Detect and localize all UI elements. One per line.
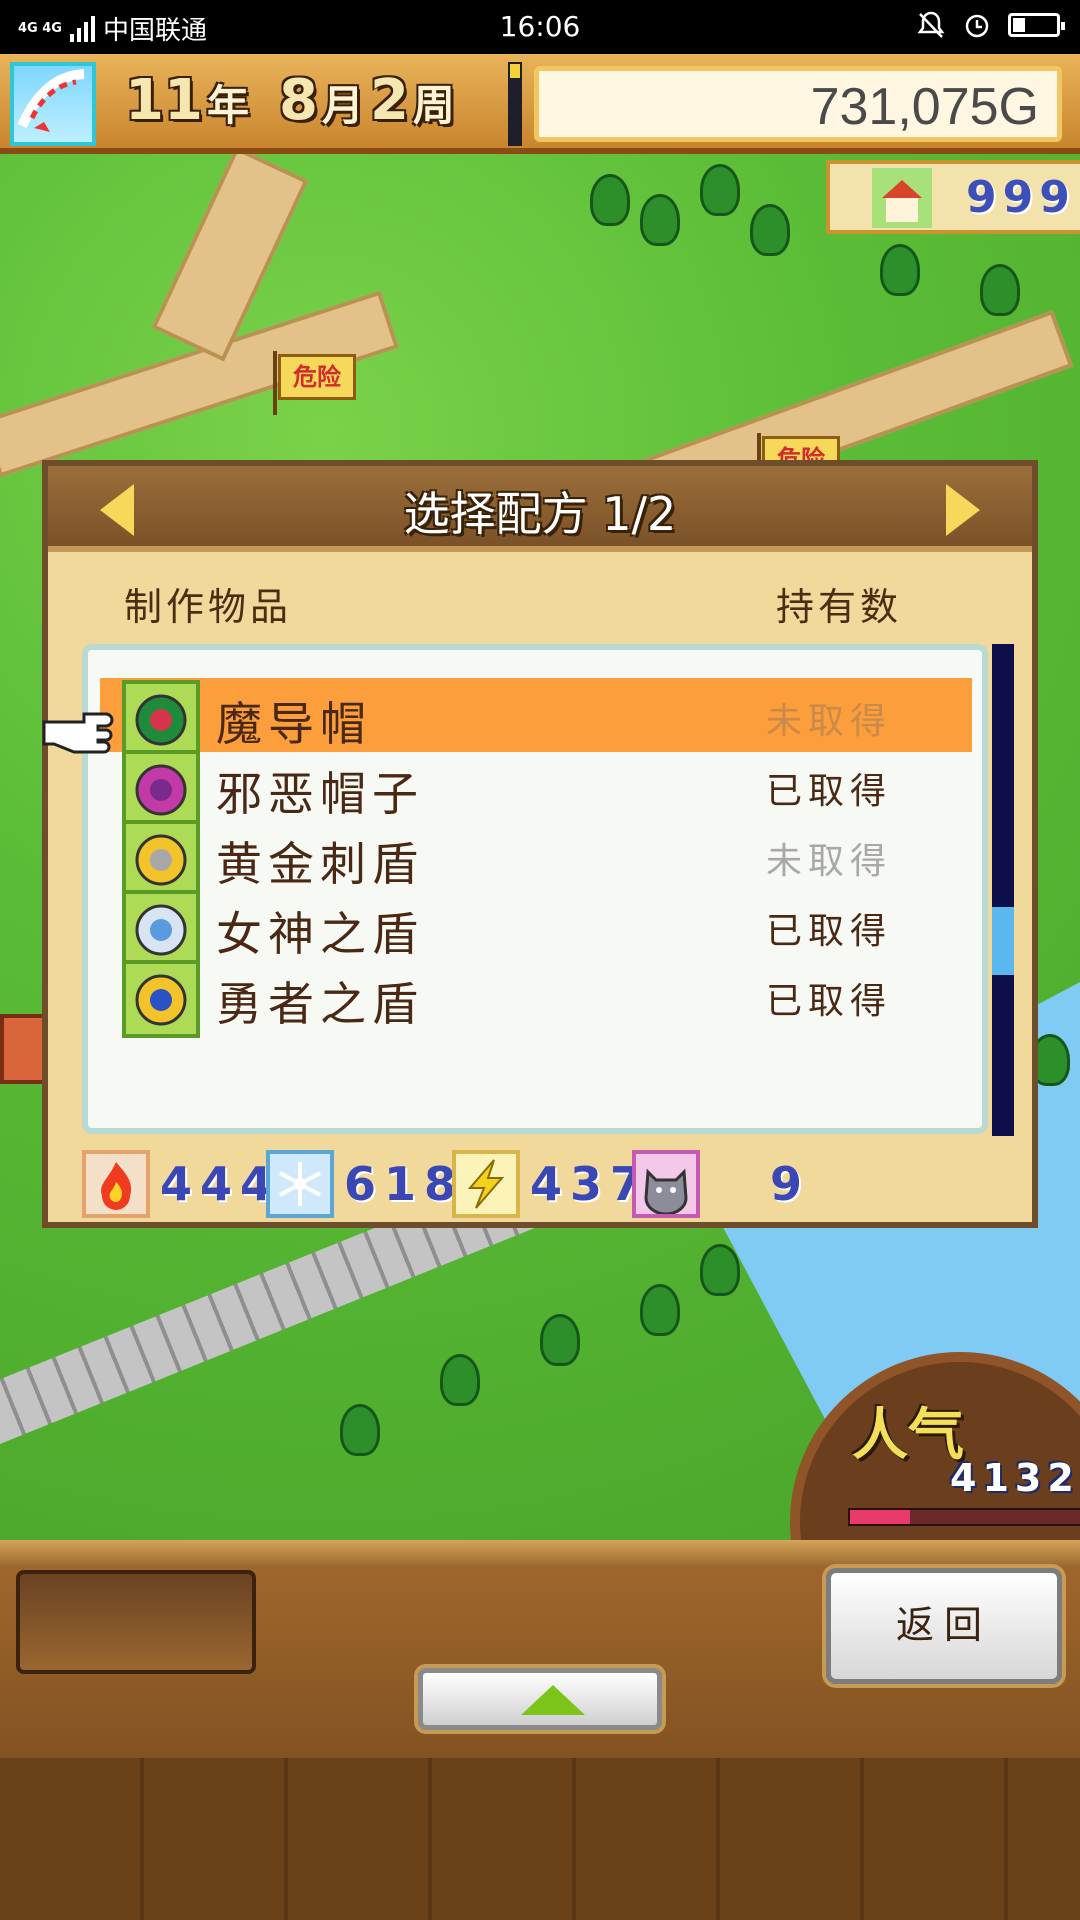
- bottom-rim: [0, 1540, 1080, 1566]
- material-value: 618: [344, 1157, 465, 1211]
- recipe-name: 女神之盾: [216, 907, 424, 961]
- material-stat: 444: [82, 1150, 280, 1218]
- tree: [440, 1354, 480, 1406]
- ice-icon: [266, 1150, 334, 1218]
- month-unit: 月: [321, 81, 364, 130]
- material-value: 9: [770, 1157, 811, 1211]
- recipe-status: 未取得: [765, 841, 892, 882]
- bottom-bar: 返回: [0, 1540, 1080, 1920]
- back-button[interactable]: 返回: [826, 1568, 1062, 1684]
- recipe-name: 黄金刺盾: [216, 837, 424, 891]
- cat-monster-icon: [632, 1150, 700, 1218]
- town-house-icon: [872, 168, 932, 228]
- money-amount: 731,075G: [810, 78, 1039, 136]
- recipe-row[interactable]: 勇者之盾 已取得: [100, 958, 972, 1038]
- tree: [700, 1244, 740, 1296]
- alarm-icon: [965, 14, 989, 38]
- material-stat: 437: [452, 1150, 650, 1218]
- recipe-status: 已取得: [765, 911, 892, 952]
- tree: [340, 1404, 380, 1456]
- goddess-shield-icon: [122, 890, 200, 968]
- week-number: 2: [369, 68, 409, 133]
- scrollbar[interactable]: [992, 644, 1014, 1136]
- recipe-select-panel: 选择配方 1/2 制作物品 持有数 魔导帽 未取得 邪恶帽子 已取得 黄金刺盾 未取得 女神…: [42, 460, 1038, 1228]
- battery-icon: [1008, 13, 1065, 37]
- material-stat: 9: [632, 1150, 810, 1218]
- pointing-hand-icon: [42, 712, 114, 754]
- popularity-value: 4132: [950, 1456, 1080, 1500]
- tree: [750, 204, 790, 256]
- recipe-status: 已取得: [765, 981, 892, 1022]
- town-rank-value: 999: [966, 172, 1076, 223]
- danger-flag-text: 危险: [293, 363, 341, 391]
- materials-bar: 444 618 437 9: [82, 1150, 1002, 1224]
- status-bar: 4G 4G 中国联通 16:06: [0, 0, 1080, 54]
- game-date: 11 年 8 月 2 周: [125, 68, 455, 133]
- recipe-list: 魔导帽 未取得 邪恶帽子 已取得 黄金刺盾 未取得 女神之盾 已取得 勇者之盾 已取得: [82, 644, 988, 1134]
- hud-divider: [508, 62, 522, 146]
- popularity-bar-fill: [850, 1510, 911, 1524]
- green-wizard-hat-icon: [122, 680, 200, 758]
- tree: [640, 194, 680, 246]
- top-hud: 11 年 8 月 2 周 731,075G: [0, 54, 1080, 154]
- bell-muted-icon: [917, 11, 945, 38]
- expand-up-button[interactable]: [418, 1668, 662, 1730]
- recipe-status: 已取得: [765, 771, 892, 812]
- tree: [880, 244, 920, 296]
- wood-floor: [0, 1758, 1080, 1920]
- popularity-bar: [848, 1508, 1080, 1526]
- recipe-status: 未取得: [765, 701, 892, 742]
- popularity-label: 人气: [852, 1403, 964, 1468]
- recipe-row[interactable]: 黄金刺盾 未取得: [100, 818, 972, 898]
- status-right: [916, 10, 1065, 40]
- up-arrow-icon: [521, 1685, 585, 1715]
- material-value: 444: [160, 1157, 281, 1211]
- recipe-row[interactable]: 魔导帽 未取得: [100, 678, 972, 758]
- hero-shield-icon: [122, 960, 200, 1038]
- material-stat: 618: [266, 1150, 464, 1218]
- recipe-name: 魔导帽: [216, 697, 372, 751]
- column-header-count: 持有数: [775, 585, 902, 629]
- empty-slot: [16, 1570, 256, 1674]
- purple-evil-hat-icon: [122, 750, 200, 828]
- scrollbar-thumb[interactable]: [992, 907, 1014, 975]
- town-rank-badge[interactable]: 999: [826, 160, 1080, 234]
- month-number: 8: [278, 68, 318, 133]
- column-header-item: 制作物品: [124, 585, 293, 629]
- tree: [700, 164, 740, 216]
- panel-title: 选择配方 1/2: [403, 487, 677, 541]
- weather-icon[interactable]: [10, 62, 96, 146]
- recipe-row[interactable]: 邪恶帽子 已取得: [100, 748, 972, 828]
- recipe-name: 勇者之盾: [216, 977, 424, 1031]
- year-number: 11: [125, 68, 203, 133]
- fire-icon: [82, 1150, 150, 1218]
- recipe-name: 邪恶帽子: [216, 767, 424, 821]
- tree: [640, 1284, 680, 1336]
- tree: [540, 1314, 580, 1366]
- tree: [980, 264, 1020, 316]
- next-page-arrow-icon[interactable]: [946, 484, 980, 536]
- danger-flag[interactable]: 危险: [273, 351, 356, 415]
- tree: [590, 174, 630, 226]
- golden-spike-shield-icon: [122, 820, 200, 898]
- recipe-row[interactable]: 女神之盾 已取得: [100, 888, 972, 968]
- back-button-label: 返回: [895, 1603, 992, 1647]
- week-unit: 周: [412, 81, 455, 130]
- year-unit: 年: [206, 81, 249, 130]
- panel-header: 选择配方 1/2: [48, 466, 1032, 552]
- money-display: 731,075G: [534, 66, 1062, 142]
- lightning-icon: [452, 1150, 520, 1218]
